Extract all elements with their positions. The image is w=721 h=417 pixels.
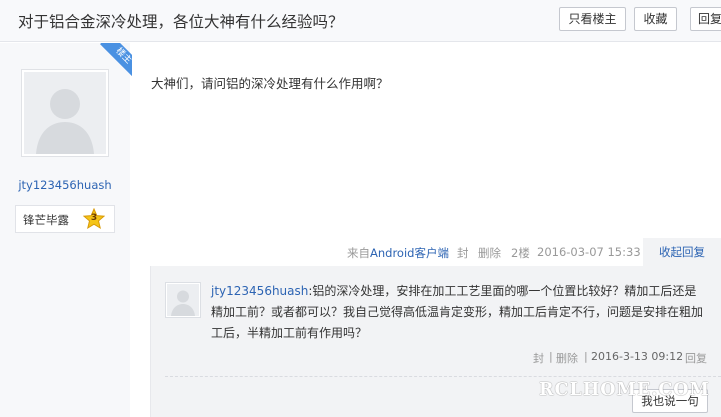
reply-report-link[interactable]: 封	[533, 350, 544, 366]
reply-divider	[165, 376, 721, 377]
author-name[interactable]: jty123456huash	[0, 178, 130, 192]
post-time: 2016-03-07 15:33	[537, 245, 641, 259]
reply-separator: |	[584, 350, 588, 363]
reply-reply-link[interactable]: 回复	[685, 350, 707, 366]
level-name: 锋芒毕露	[23, 213, 69, 227]
default-avatar-icon	[24, 72, 106, 154]
reply-separator: |	[549, 350, 553, 363]
op-ribbon-label: 楼主	[100, 43, 132, 80]
reply-user[interactable]: jty123456huash	[211, 284, 308, 298]
author-level: 锋芒毕露 3	[15, 205, 115, 233]
source-client-link[interactable]: Android客户端	[370, 246, 449, 260]
reply-text: jty123456huash:铝的深冷处理，安排在加工工艺里面的哪一个位置比较好…	[211, 281, 706, 344]
post-source: 来自Android客户端	[347, 245, 449, 261]
reply-avatar[interactable]	[165, 282, 201, 318]
source-prefix: 来自	[347, 246, 370, 260]
only-op-button[interactable]: 只看楼主	[559, 7, 626, 31]
author-sidebar: jty123456huash 锋芒毕露 3	[0, 43, 130, 417]
op-ribbon: 楼主	[92, 43, 132, 83]
thread-header: 对于铝合金深冷处理，各位大神有什么经验吗？ 只看楼主 收藏 回复	[0, 0, 721, 42]
reply-button[interactable]: 回复	[690, 7, 721, 31]
report-link[interactable]: 封	[457, 245, 469, 261]
floor-number: 2楼	[511, 246, 530, 260]
reply-delete-link[interactable]: 删除	[556, 350, 578, 366]
delete-link[interactable]: 删除	[478, 245, 501, 261]
thread-title: 对于铝合金深冷处理，各位大神有什么经验吗？	[18, 13, 344, 31]
collapse-replies-button[interactable]: 收起回复	[643, 238, 721, 266]
level-star-icon: 3	[82, 207, 106, 230]
watermark: RCLHOME.COM	[539, 380, 710, 400]
post-content: 大神们，请问铝的深冷处理有什么作用啊？	[151, 76, 389, 91]
favorite-button[interactable]: 收藏	[634, 7, 677, 31]
level-number: 3	[90, 213, 98, 223]
default-avatar-icon	[167, 284, 199, 316]
reply-time: 2016-3-13 09:12	[591, 350, 684, 363]
